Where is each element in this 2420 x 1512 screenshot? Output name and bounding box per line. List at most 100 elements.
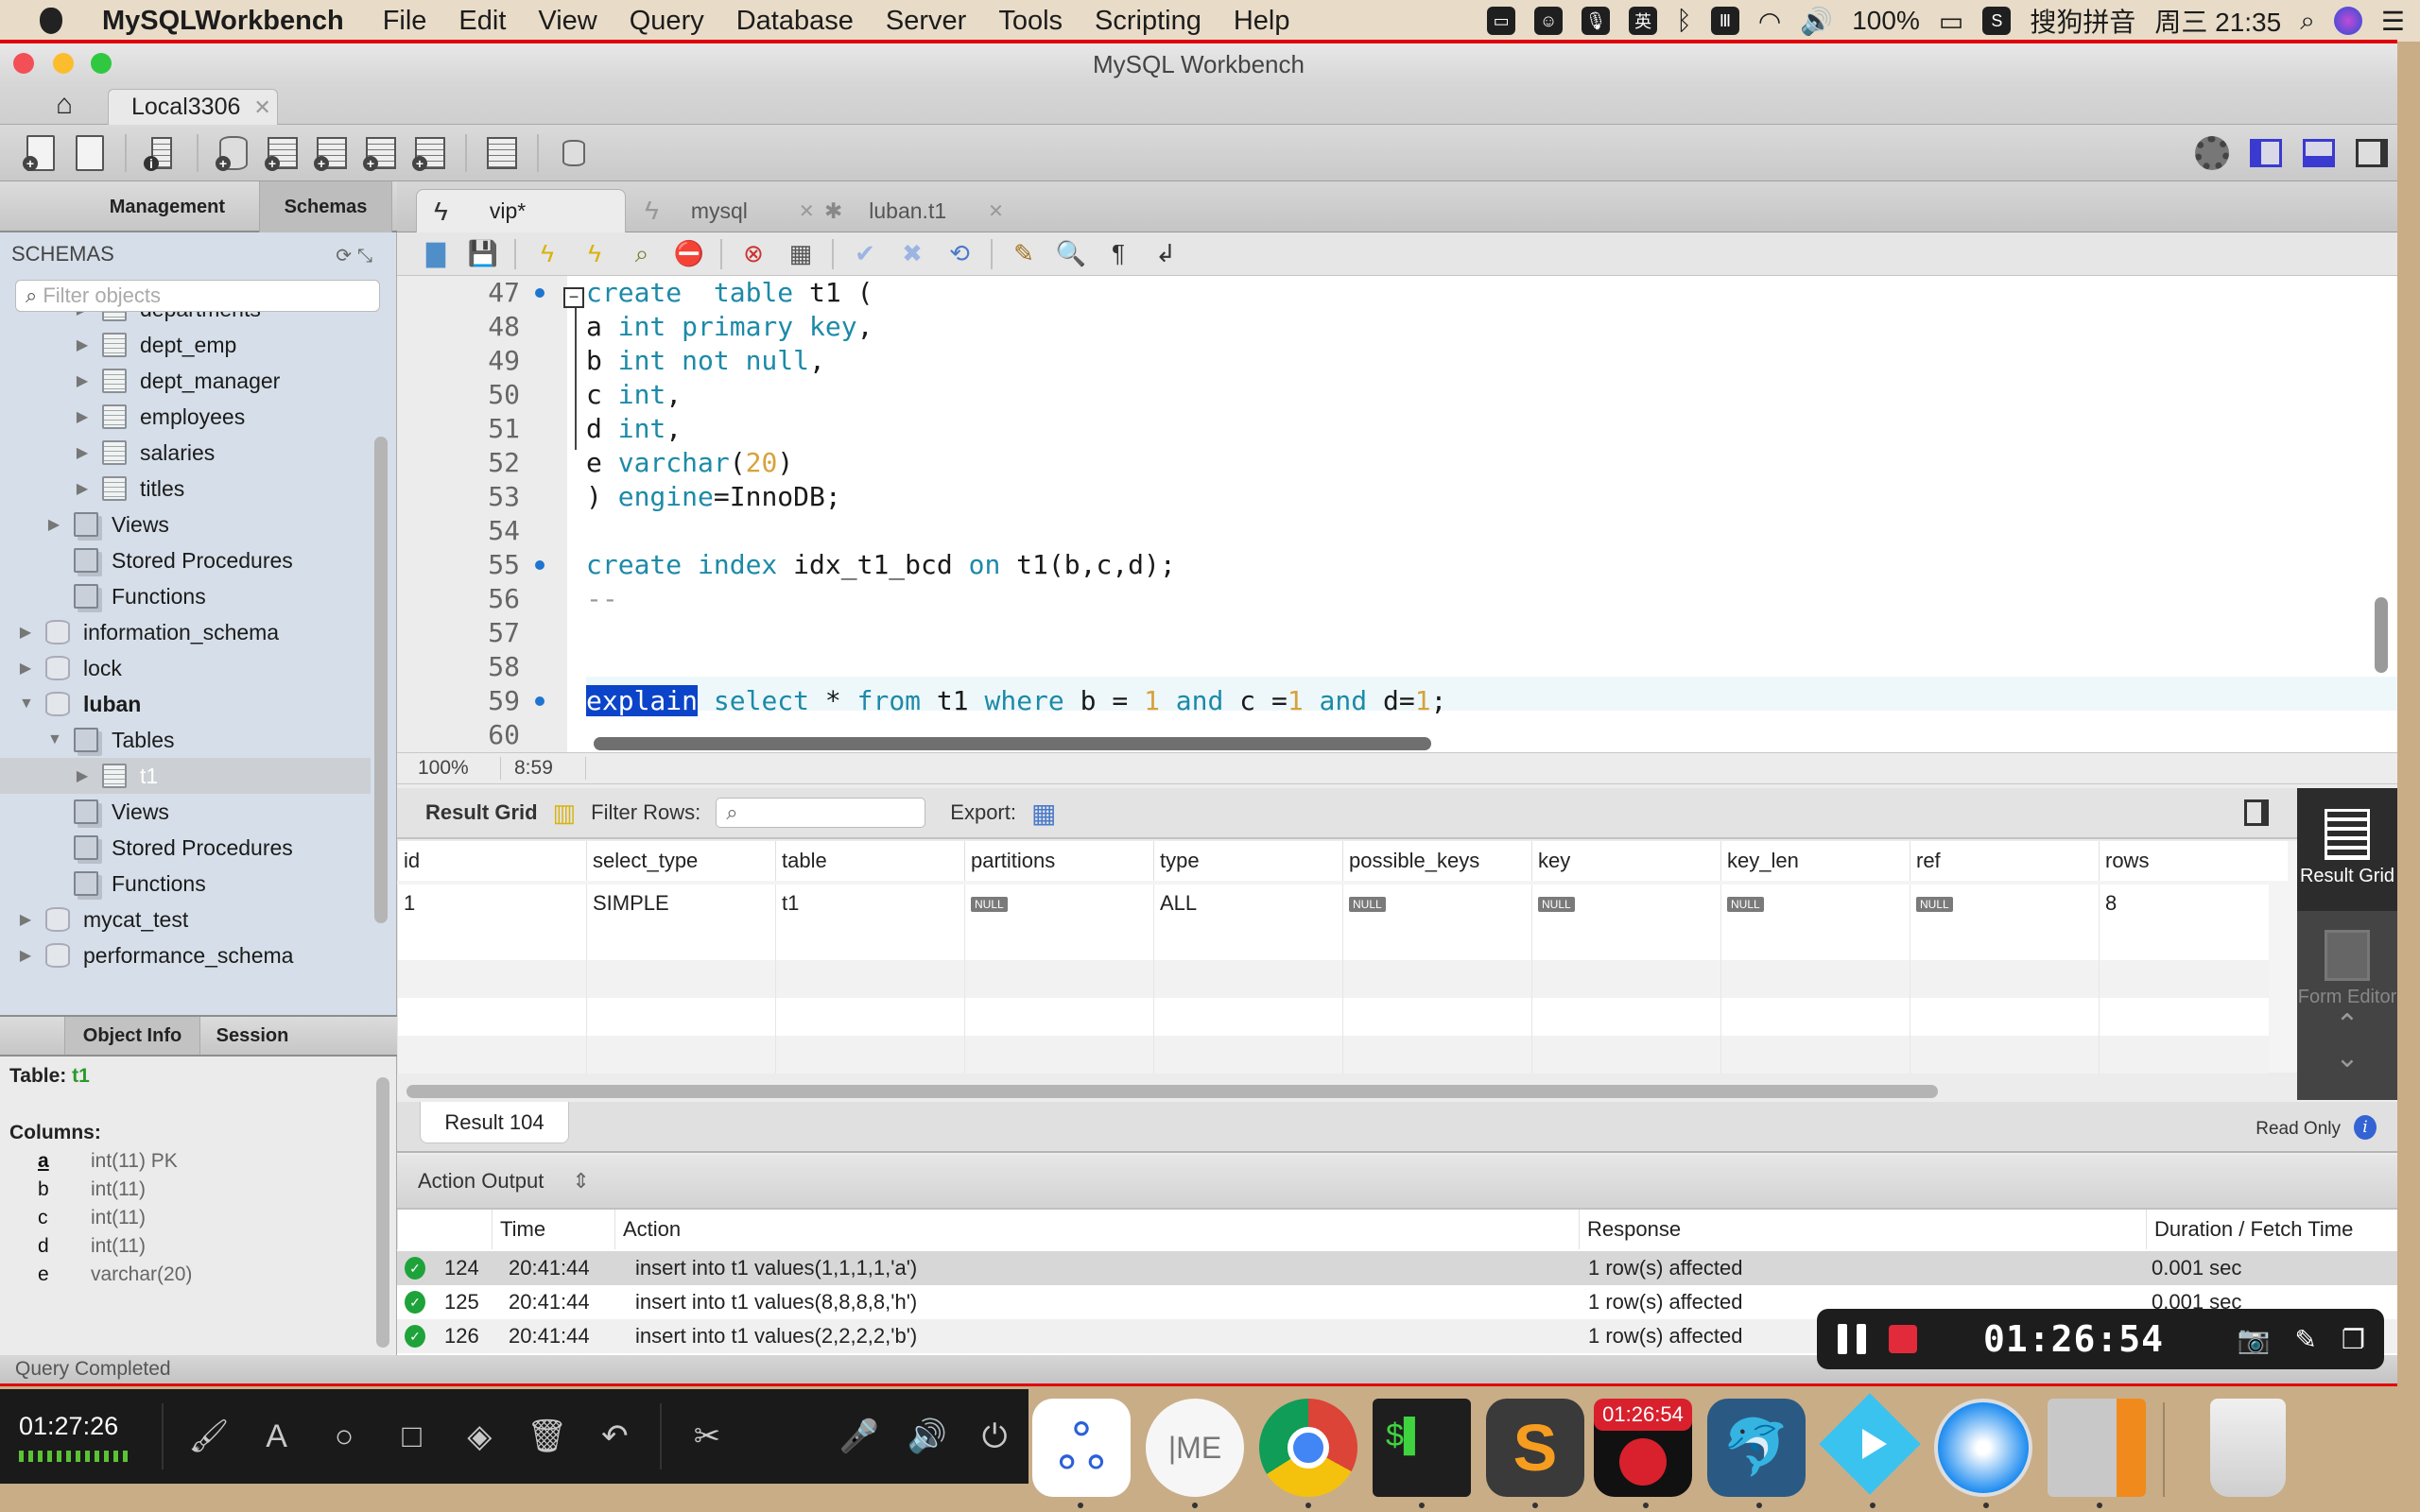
execute-current-icon[interactable]: ϟ [579,238,611,270]
grid-row[interactable]: 1 SIMPLE t1 NULL ALL NULL NULL NULL NULL 8 [397,885,2269,922]
grid-cell[interactable] [1910,922,2099,960]
grid-cell[interactable] [1153,922,1342,960]
tree-item[interactable]: ▶ mycat_test [0,902,371,937]
grid-cell[interactable] [1531,1036,1720,1074]
tree-item[interactable]: ▶ performance_schema [0,937,371,973]
output-column-header[interactable]: Action [614,1210,1579,1249]
tab-schemas[interactable]: Schemas [260,181,392,232]
editor-vertical-scrollbar[interactable] [2375,597,2388,673]
menu-file[interactable]: File [367,6,443,37]
toggle-secondary-sidebar-icon[interactable] [2356,139,2388,167]
dock-baidu-netdisk[interactable]: ஃ [1032,1399,1131,1497]
output-selector[interactable]: Action Output [418,1169,544,1194]
grid-column-header[interactable]: id [397,841,586,881]
apple-menu-icon[interactable] [25,0,78,42]
autocommit-icon[interactable]: ⟲ [943,238,976,270]
close-tab-icon[interactable]: ✕ [988,199,1004,223]
tree-item[interactable]: ▼ luban [0,686,371,722]
pen-icon[interactable]: ✎ [2294,1324,2316,1355]
grid-cell[interactable] [397,922,586,960]
output-column-header[interactable] [397,1210,492,1249]
grid-cell[interactable] [1342,998,1531,1036]
reconnect-button[interactable] [554,133,594,173]
grid-cell[interactable] [1910,960,2099,998]
grid-row[interactable] [397,922,2269,960]
grid-column-header[interactable]: rows [2099,841,2288,881]
sql-editor[interactable]: 47 48 49 50 51 52 53 54 55 56 57 58 59 60 create tabl… [397,276,2397,752]
close-tab-icon[interactable]: ✕ [253,95,270,120]
form-editor-view-button[interactable]: Form Editor ⌃ ⌄ [2297,930,2397,1074]
output-column-header[interactable]: Duration / Fetch Time [2146,1210,2397,1249]
grid-cell[interactable] [1153,1036,1342,1074]
tree-item[interactable]: ▶ t1 [0,758,371,794]
output-column-header[interactable]: Response [1579,1210,2146,1249]
word-wrap-icon[interactable]: ↲ [1150,238,1182,270]
tree-item[interactable]: ▶ information_schema [0,614,371,650]
expand-right-icon[interactable]: ▶ [76,407,89,426]
wifi-icon[interactable]: ◠ [1758,6,1781,37]
power-icon[interactable]: ⏻ [960,1418,1028,1455]
expand-right-icon[interactable]: ▶ [76,766,89,785]
expand-right-icon[interactable]: ▶ [76,479,89,498]
grid-column-header[interactable]: key [1531,841,1720,881]
tab-luban-t1[interactable]: ✱ luban.t1 ✕ [824,189,1004,232]
close-tab-icon[interactable]: ✕ [799,199,815,223]
object-info-scrollbar[interactable] [376,1077,389,1348]
grid-cell[interactable] [1720,922,1910,960]
grid-cell[interactable] [1910,998,2099,1036]
grid-cell[interactable] [775,1036,964,1074]
filter-objects-input[interactable]: ⌕ Filter objects [15,280,380,312]
grid-column-header[interactable]: partitions [964,841,1153,881]
close-window-button[interactable] [13,53,34,74]
grid-column-header[interactable]: key_len [1720,841,1910,881]
wechat-icon[interactable]: ☺ [1534,7,1564,35]
grid-cell[interactable]: 1 [397,885,586,922]
selector-arrows-icon[interactable]: ⇕ [572,1169,589,1194]
grid-row[interactable] [397,1036,2269,1074]
create-procedure-button[interactable]: + [361,133,401,173]
bluetooth-icon[interactable]: ᛒ [1676,6,1692,36]
tree-item[interactable]: ▶ departments [0,312,371,327]
zoom-level[interactable]: 100% [397,757,501,780]
tree-item[interactable]: Functions [0,866,371,902]
minimize-window-button[interactable] [53,53,74,74]
dock-screen-recorder[interactable]: 01:26:54 [1594,1399,1692,1497]
output-row[interactable]: ✓ 124 20:41:44 insert into t1 values(1,1,1,… [397,1251,2397,1285]
zoom-window-button[interactable] [91,53,112,74]
gear-icon[interactable] [2195,136,2229,170]
sogou-icon[interactable]: S [1982,7,2012,35]
search-table-data-button[interactable] [482,133,522,173]
create-schema-button[interactable]: + [214,133,253,173]
dock-terminal[interactable]: $▌ [1373,1399,1471,1497]
dock-trash[interactable] [2210,1399,2286,1497]
execute-icon[interactable]: ϟ [531,238,563,270]
expand-right-icon[interactable]: ▶ [76,312,89,318]
open-file-icon[interactable]: ▇ [420,238,452,270]
grid-cell[interactable] [397,1036,586,1074]
rectangle-icon[interactable]: □ [378,1418,446,1455]
brush-icon[interactable]: 🖌 [175,1418,243,1455]
input-method[interactable]: 搜狗拼音 [2030,2,2135,40]
volume-icon[interactable]: 🔊 [1800,6,1833,37]
battery-icon[interactable]: ▭ [1939,6,1963,37]
grid-cell[interactable] [1153,960,1342,998]
beautify-icon[interactable]: ✎ [1008,238,1040,270]
expand-right-icon[interactable]: ▶ [19,910,32,929]
grid-cell[interactable] [586,1036,775,1074]
dock-mysql-workbench[interactable]: 🐬 [1707,1399,1806,1497]
save-icon[interactable]: 💾 [467,238,499,270]
create-view-button[interactable]: + [312,133,352,173]
commit-icon[interactable]: ✔ [849,238,881,270]
grid-cell[interactable] [775,960,964,998]
grid-row[interactable] [397,998,2269,1036]
circle-icon[interactable]: ○ [310,1418,378,1455]
window-capture-icon[interactable]: ❐ [2342,1324,2365,1355]
sidebar-vertical-scrollbar[interactable] [374,437,388,923]
screen-mirror-icon[interactable]: ▭ [1487,7,1516,35]
grid-cell[interactable] [1720,1036,1910,1074]
rollback-icon[interactable]: ✖ [896,238,928,270]
speaker-icon[interactable]: 🔊 [893,1418,961,1455]
collapse-icon[interactable]: ⤡ [357,246,378,266]
battery-grid-icon[interactable]: Ⅲ [1710,7,1739,35]
grid-cell[interactable] [1531,922,1720,960]
